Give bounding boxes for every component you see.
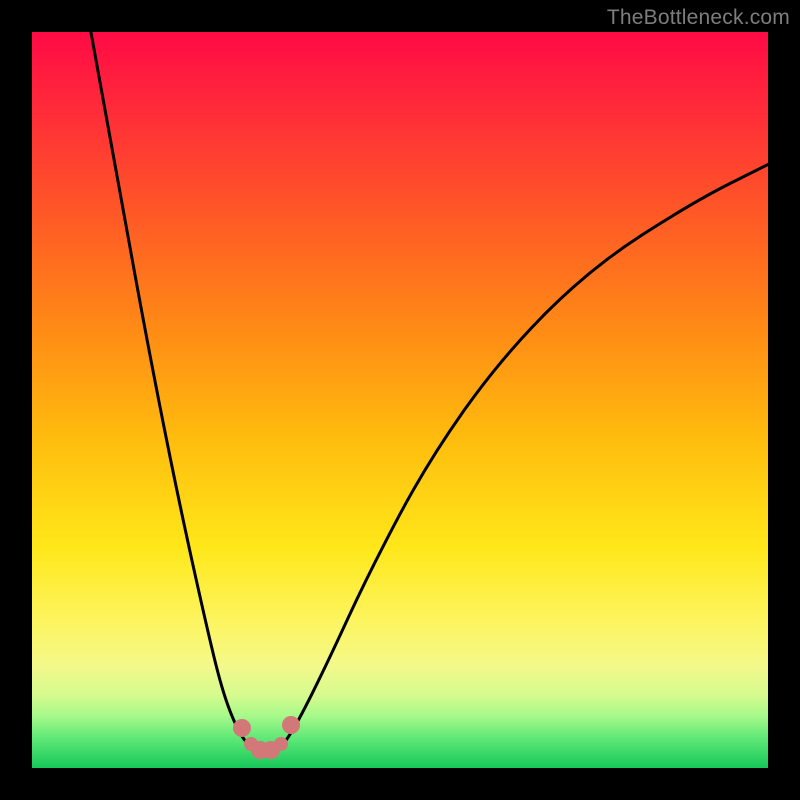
watermark-text: TheBottleneck.com — [607, 6, 790, 30]
curve-marker — [233, 719, 251, 737]
curve-marker — [274, 737, 288, 751]
curve-markers — [32, 32, 768, 768]
curve-marker — [282, 716, 300, 734]
plot-area — [32, 32, 768, 768]
